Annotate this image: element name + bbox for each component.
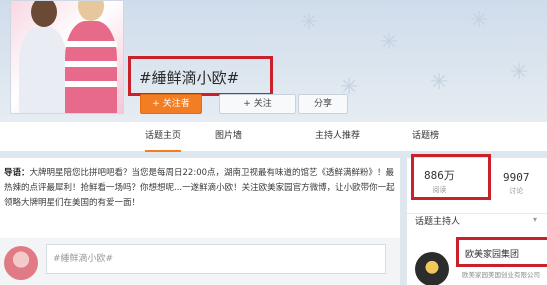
decor-icon: ✳ <box>380 30 399 55</box>
tab-photo-wall[interactable]: 图片墙 <box>215 122 242 152</box>
host-avatar[interactable] <box>415 252 449 285</box>
host-subtitle: 欧美家园美国创业有限公司 <box>462 271 540 279</box>
topic-banner: ✳ ✳ ✳ ✳ ✳ ✳ #綞鲜滴小欧# + 关注者 + 关注 分享 <box>0 0 547 122</box>
decor-icon: ✳ <box>470 8 489 33</box>
chevron-down-icon[interactable]: ▾ <box>533 215 537 224</box>
post-composer-area: #綞鲜滴小欧# <box>0 238 400 285</box>
follow-topic-button[interactable]: + 关注者 <box>140 94 202 114</box>
read-count: 886万 阅读 <box>424 169 455 194</box>
discussion-count: 9907 讨论 <box>503 171 530 195</box>
decor-icon: ✳ <box>510 60 529 85</box>
topic-intro: 导语：大牌明星陪您比拼吧吧看？当您是每周日22:00点，湖南卫视最有味道的馆艺《… <box>4 166 396 211</box>
topic-sidebar: 886万 阅读 9907 讨论 话题主持人 ▾ 欧美家园集团 欧美家园美国创业有… <box>407 154 547 285</box>
intro-lead: 导语： <box>4 168 30 178</box>
stats-highlight: 886万 阅读 <box>411 154 491 200</box>
host-name[interactable]: 欧美家园集团 <box>465 247 519 260</box>
post-input[interactable]: #綞鲜滴小欧# <box>46 244 386 274</box>
tab-topic-home[interactable]: 话题主页 <box>145 122 182 152</box>
host-section-title: 话题主持人 <box>415 217 461 227</box>
decor-icon: ✳ <box>300 10 319 35</box>
user-avatar <box>4 246 38 280</box>
topic-cover-photo <box>10 0 124 114</box>
tab-host-recommend[interactable]: 主持人推荐 <box>315 122 360 152</box>
host-name-highlight: 欧美家园集团 <box>456 237 547 267</box>
decor-icon: ✳ <box>430 70 449 95</box>
tab-topic-ranking[interactable]: 话题榜 <box>412 122 439 152</box>
follow-button[interactable]: + 关注 <box>219 94 296 114</box>
share-button[interactable]: 分享 <box>298 94 348 114</box>
page-title-highlight: #綞鲜滴小欧# <box>128 56 273 96</box>
intro-text: 大牌明星陪您比拼吧吧看？当您是每周日22:00点，湖南卫视最有味道的馆艺《透鲜满… <box>4 168 395 208</box>
tab-bar: 话题主页 图片墙 主持人推荐 话题榜 <box>0 122 547 152</box>
person-figure <box>19 1 67 113</box>
topic-feed: 导语：大牌明星陪您比拼吧吧看？当您是每周日22:00点，湖南卫视最有味道的馆艺《… <box>0 158 400 285</box>
page-title: #綞鲜滴小欧# <box>139 69 240 87</box>
person-figure <box>65 1 117 113</box>
